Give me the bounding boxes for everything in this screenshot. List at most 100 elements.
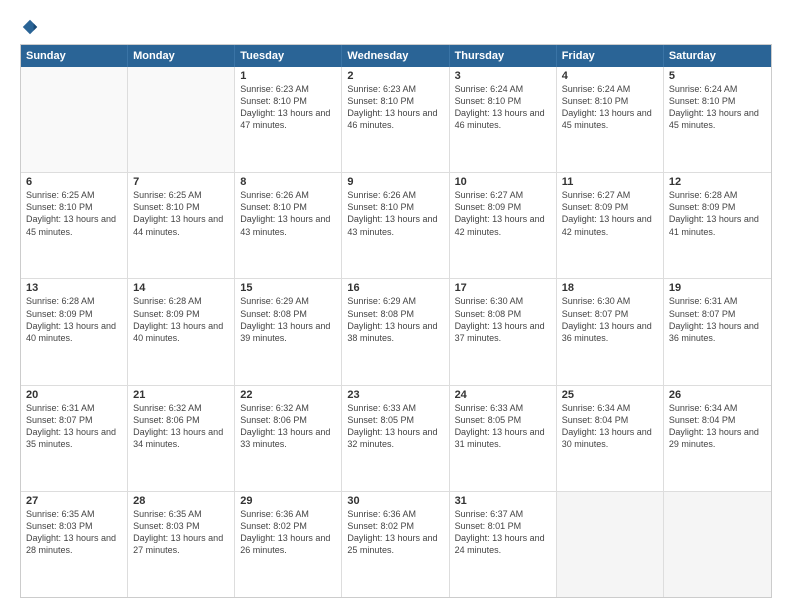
cell-info: Sunrise: 6:26 AM Sunset: 8:10 PM Dayligh… xyxy=(240,189,336,238)
day-number: 14 xyxy=(133,282,229,294)
day-number: 9 xyxy=(347,176,443,188)
cell-info: Sunrise: 6:33 AM Sunset: 8:05 PM Dayligh… xyxy=(455,402,551,451)
table-row: 5Sunrise: 6:24 AM Sunset: 8:10 PM Daylig… xyxy=(664,67,771,172)
cell-info: Sunrise: 6:24 AM Sunset: 8:10 PM Dayligh… xyxy=(455,83,551,132)
cell-info: Sunrise: 6:29 AM Sunset: 8:08 PM Dayligh… xyxy=(347,295,443,344)
cell-info: Sunrise: 6:27 AM Sunset: 8:09 PM Dayligh… xyxy=(562,189,658,238)
header-monday: Monday xyxy=(128,45,235,67)
table-row: 12Sunrise: 6:28 AM Sunset: 8:09 PM Dayli… xyxy=(664,173,771,278)
cell-info: Sunrise: 6:30 AM Sunset: 8:07 PM Dayligh… xyxy=(562,295,658,344)
header xyxy=(20,18,772,36)
cell-info: Sunrise: 6:32 AM Sunset: 8:06 PM Dayligh… xyxy=(240,402,336,451)
day-number: 11 xyxy=(562,176,658,188)
cell-info: Sunrise: 6:34 AM Sunset: 8:04 PM Dayligh… xyxy=(562,402,658,451)
table-row: 14Sunrise: 6:28 AM Sunset: 8:09 PM Dayli… xyxy=(128,279,235,384)
header-wednesday: Wednesday xyxy=(342,45,449,67)
cell-info: Sunrise: 6:29 AM Sunset: 8:08 PM Dayligh… xyxy=(240,295,336,344)
table-row: 7Sunrise: 6:25 AM Sunset: 8:10 PM Daylig… xyxy=(128,173,235,278)
cell-info: Sunrise: 6:34 AM Sunset: 8:04 PM Dayligh… xyxy=(669,402,766,451)
day-number: 18 xyxy=(562,282,658,294)
cell-info: Sunrise: 6:30 AM Sunset: 8:08 PM Dayligh… xyxy=(455,295,551,344)
table-row: 23Sunrise: 6:33 AM Sunset: 8:05 PM Dayli… xyxy=(342,386,449,491)
table-row: 15Sunrise: 6:29 AM Sunset: 8:08 PM Dayli… xyxy=(235,279,342,384)
table-row: 3Sunrise: 6:24 AM Sunset: 8:10 PM Daylig… xyxy=(450,67,557,172)
calendar-header: Sunday Monday Tuesday Wednesday Thursday… xyxy=(21,45,771,67)
table-row: 6Sunrise: 6:25 AM Sunset: 8:10 PM Daylig… xyxy=(21,173,128,278)
day-number: 5 xyxy=(669,70,766,82)
day-number: 25 xyxy=(562,389,658,401)
cell-info: Sunrise: 6:25 AM Sunset: 8:10 PM Dayligh… xyxy=(26,189,122,238)
day-number: 27 xyxy=(26,495,122,507)
cell-info: Sunrise: 6:37 AM Sunset: 8:01 PM Dayligh… xyxy=(455,508,551,557)
table-row: 17Sunrise: 6:30 AM Sunset: 8:08 PM Dayli… xyxy=(450,279,557,384)
header-sunday: Sunday xyxy=(21,45,128,67)
cell-info: Sunrise: 6:31 AM Sunset: 8:07 PM Dayligh… xyxy=(669,295,766,344)
day-number: 28 xyxy=(133,495,229,507)
cell-info: Sunrise: 6:31 AM Sunset: 8:07 PM Dayligh… xyxy=(26,402,122,451)
cell-info: Sunrise: 6:33 AM Sunset: 8:05 PM Dayligh… xyxy=(347,402,443,451)
day-number: 24 xyxy=(455,389,551,401)
table-row: 29Sunrise: 6:36 AM Sunset: 8:02 PM Dayli… xyxy=(235,492,342,597)
table-row: 4Sunrise: 6:24 AM Sunset: 8:10 PM Daylig… xyxy=(557,67,664,172)
cell-info: Sunrise: 6:28 AM Sunset: 8:09 PM Dayligh… xyxy=(133,295,229,344)
logo-icon xyxy=(21,18,39,36)
table-row xyxy=(557,492,664,597)
calendar-row-4: 27Sunrise: 6:35 AM Sunset: 8:03 PM Dayli… xyxy=(21,491,771,597)
day-number: 13 xyxy=(26,282,122,294)
calendar-row-2: 13Sunrise: 6:28 AM Sunset: 8:09 PM Dayli… xyxy=(21,278,771,384)
table-row: 20Sunrise: 6:31 AM Sunset: 8:07 PM Dayli… xyxy=(21,386,128,491)
day-number: 30 xyxy=(347,495,443,507)
cell-info: Sunrise: 6:35 AM Sunset: 8:03 PM Dayligh… xyxy=(133,508,229,557)
table-row: 30Sunrise: 6:36 AM Sunset: 8:02 PM Dayli… xyxy=(342,492,449,597)
cell-info: Sunrise: 6:27 AM Sunset: 8:09 PM Dayligh… xyxy=(455,189,551,238)
cell-info: Sunrise: 6:36 AM Sunset: 8:02 PM Dayligh… xyxy=(347,508,443,557)
day-number: 1 xyxy=(240,70,336,82)
cell-info: Sunrise: 6:28 AM Sunset: 8:09 PM Dayligh… xyxy=(669,189,766,238)
calendar-row-0: 1Sunrise: 6:23 AM Sunset: 8:10 PM Daylig… xyxy=(21,67,771,172)
day-number: 2 xyxy=(347,70,443,82)
day-number: 3 xyxy=(455,70,551,82)
table-row xyxy=(664,492,771,597)
calendar-row-3: 20Sunrise: 6:31 AM Sunset: 8:07 PM Dayli… xyxy=(21,385,771,491)
cell-info: Sunrise: 6:23 AM Sunset: 8:10 PM Dayligh… xyxy=(347,83,443,132)
day-number: 10 xyxy=(455,176,551,188)
table-row: 18Sunrise: 6:30 AM Sunset: 8:07 PM Dayli… xyxy=(557,279,664,384)
table-row: 9Sunrise: 6:26 AM Sunset: 8:10 PM Daylig… xyxy=(342,173,449,278)
day-number: 16 xyxy=(347,282,443,294)
table-row: 13Sunrise: 6:28 AM Sunset: 8:09 PM Dayli… xyxy=(21,279,128,384)
cell-info: Sunrise: 6:24 AM Sunset: 8:10 PM Dayligh… xyxy=(669,83,766,132)
table-row: 8Sunrise: 6:26 AM Sunset: 8:10 PM Daylig… xyxy=(235,173,342,278)
table-row: 19Sunrise: 6:31 AM Sunset: 8:07 PM Dayli… xyxy=(664,279,771,384)
cell-info: Sunrise: 6:32 AM Sunset: 8:06 PM Dayligh… xyxy=(133,402,229,451)
cell-info: Sunrise: 6:26 AM Sunset: 8:10 PM Dayligh… xyxy=(347,189,443,238)
table-row: 31Sunrise: 6:37 AM Sunset: 8:01 PM Dayli… xyxy=(450,492,557,597)
header-saturday: Saturday xyxy=(664,45,771,67)
table-row: 1Sunrise: 6:23 AM Sunset: 8:10 PM Daylig… xyxy=(235,67,342,172)
table-row: 22Sunrise: 6:32 AM Sunset: 8:06 PM Dayli… xyxy=(235,386,342,491)
calendar-body: 1Sunrise: 6:23 AM Sunset: 8:10 PM Daylig… xyxy=(21,67,771,597)
cell-info: Sunrise: 6:35 AM Sunset: 8:03 PM Dayligh… xyxy=(26,508,122,557)
day-number: 19 xyxy=(669,282,766,294)
day-number: 7 xyxy=(133,176,229,188)
header-thursday: Thursday xyxy=(450,45,557,67)
day-number: 6 xyxy=(26,176,122,188)
day-number: 23 xyxy=(347,389,443,401)
day-number: 17 xyxy=(455,282,551,294)
day-number: 31 xyxy=(455,495,551,507)
day-number: 12 xyxy=(669,176,766,188)
cell-info: Sunrise: 6:23 AM Sunset: 8:10 PM Dayligh… xyxy=(240,83,336,132)
table-row: 2Sunrise: 6:23 AM Sunset: 8:10 PM Daylig… xyxy=(342,67,449,172)
table-row: 25Sunrise: 6:34 AM Sunset: 8:04 PM Dayli… xyxy=(557,386,664,491)
table-row: 26Sunrise: 6:34 AM Sunset: 8:04 PM Dayli… xyxy=(664,386,771,491)
table-row: 21Sunrise: 6:32 AM Sunset: 8:06 PM Dayli… xyxy=(128,386,235,491)
table-row: 16Sunrise: 6:29 AM Sunset: 8:08 PM Dayli… xyxy=(342,279,449,384)
day-number: 4 xyxy=(562,70,658,82)
cell-info: Sunrise: 6:28 AM Sunset: 8:09 PM Dayligh… xyxy=(26,295,122,344)
table-row xyxy=(128,67,235,172)
page: Sunday Monday Tuesday Wednesday Thursday… xyxy=(0,0,792,612)
calendar-row-1: 6Sunrise: 6:25 AM Sunset: 8:10 PM Daylig… xyxy=(21,172,771,278)
header-tuesday: Tuesday xyxy=(235,45,342,67)
logo xyxy=(20,18,39,36)
day-number: 22 xyxy=(240,389,336,401)
table-row: 24Sunrise: 6:33 AM Sunset: 8:05 PM Dayli… xyxy=(450,386,557,491)
